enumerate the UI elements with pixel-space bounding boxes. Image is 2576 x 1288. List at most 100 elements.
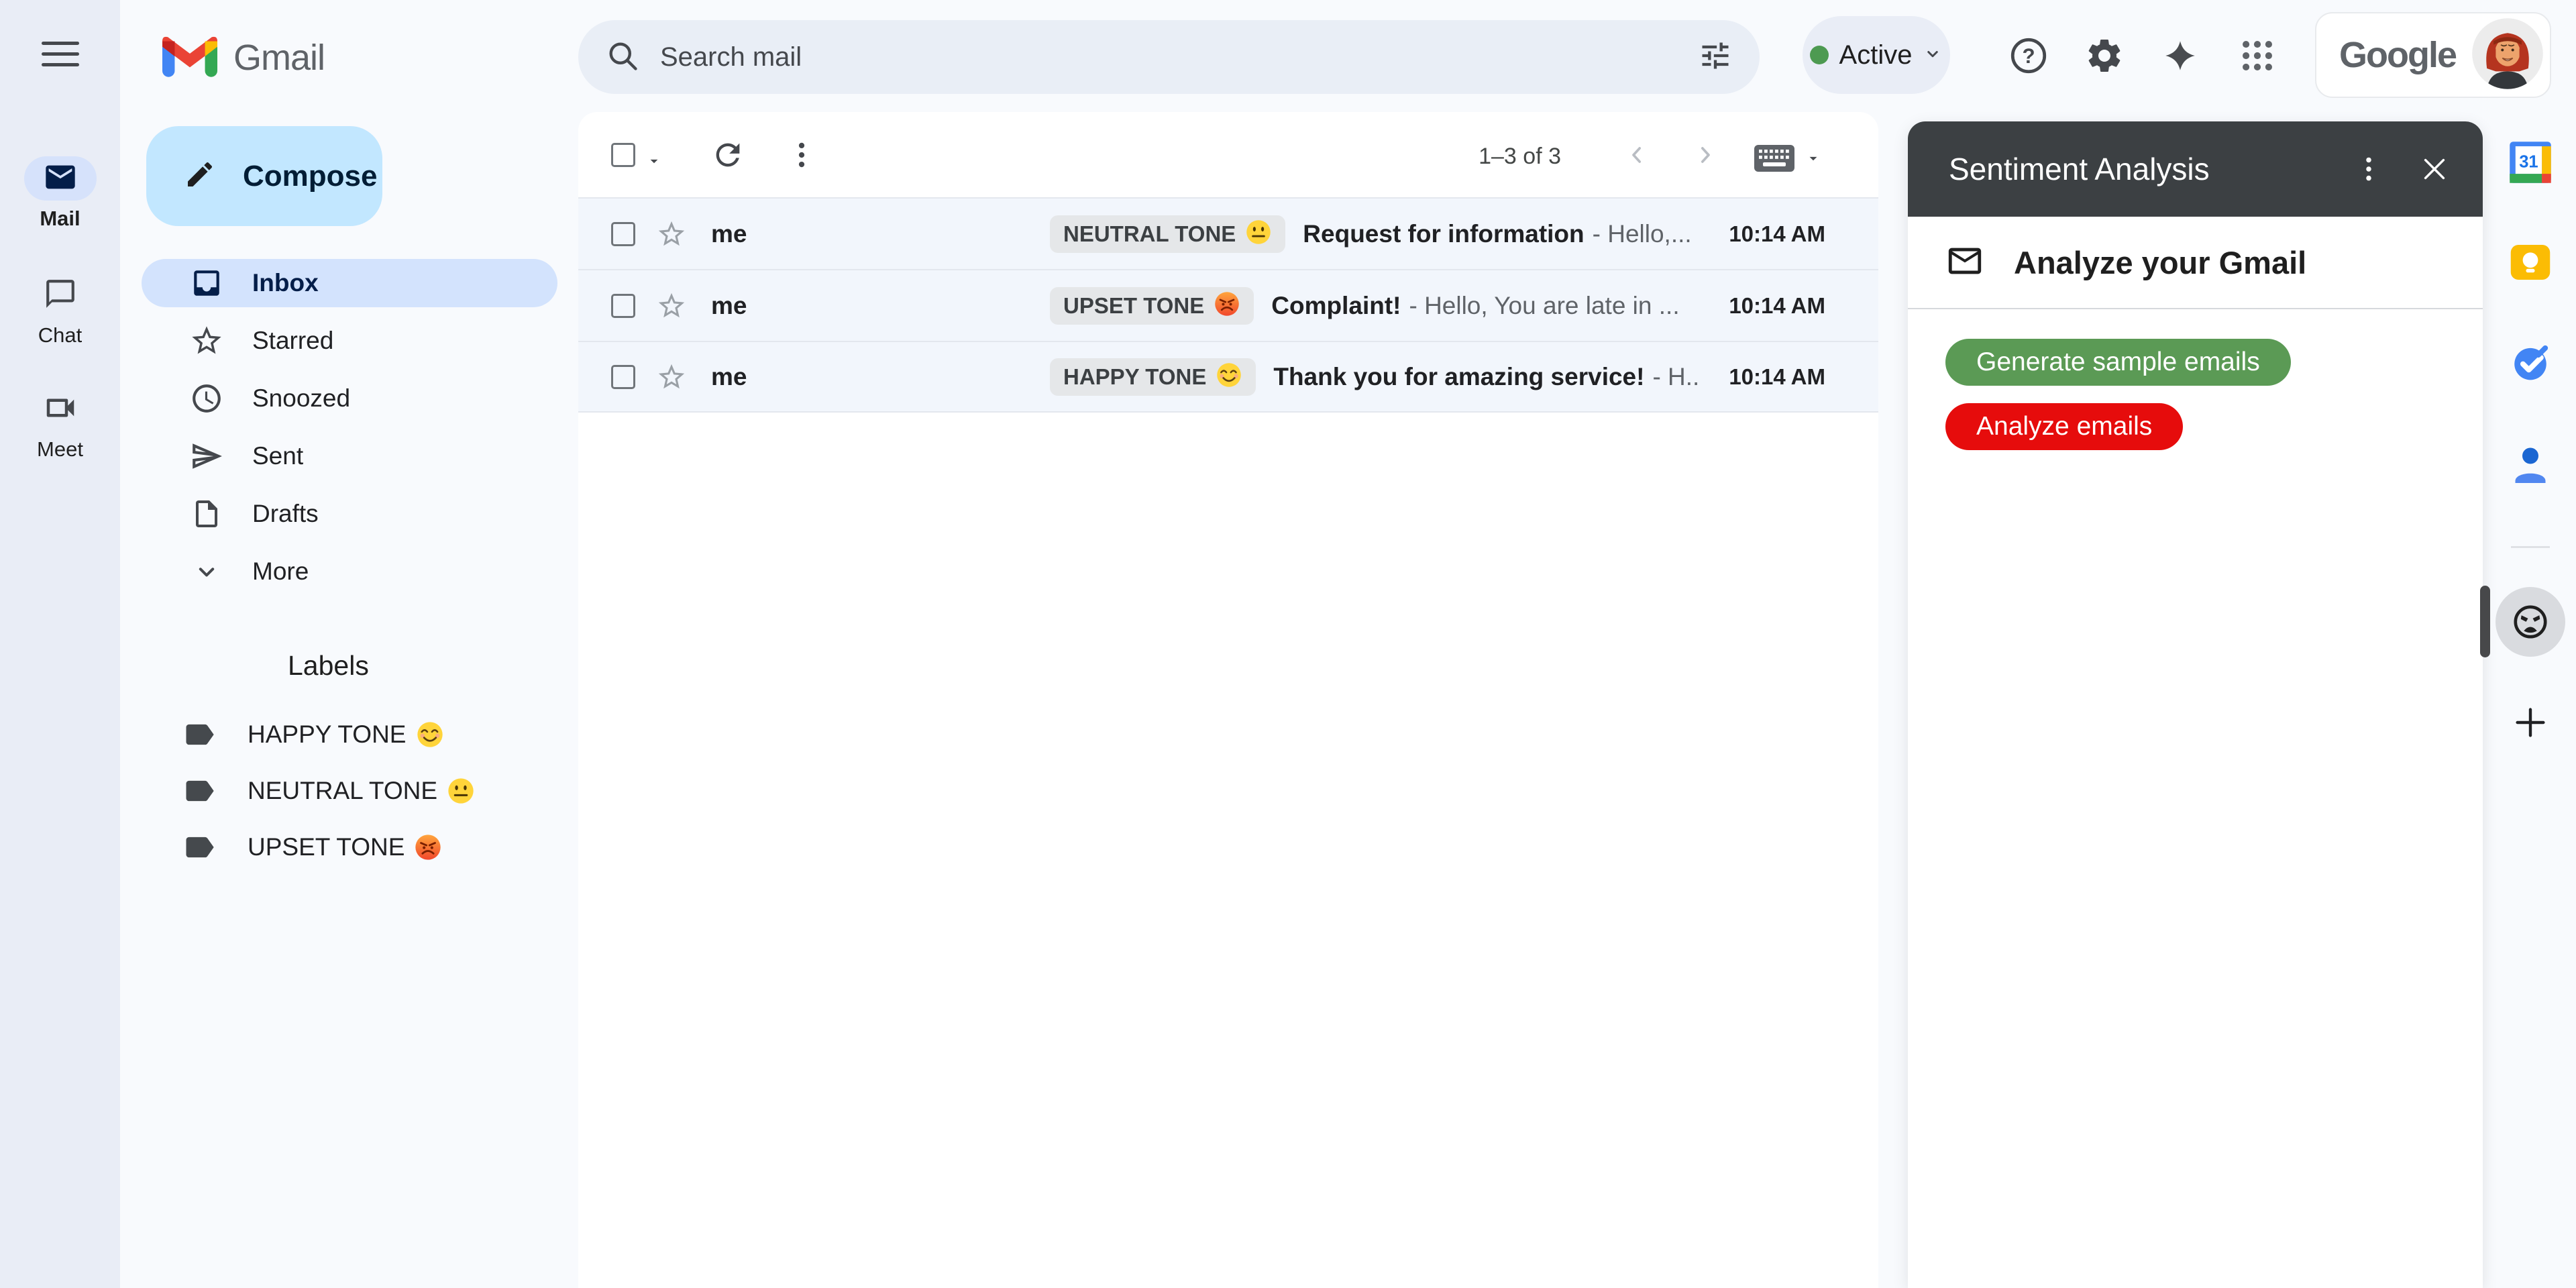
sidebar-item-starred[interactable]: Starred (142, 312, 557, 370)
angry-emoji-icon (414, 833, 442, 861)
sidebar-item-inbox[interactable]: Inbox (142, 259, 557, 307)
google-contacts-icon[interactable] (2502, 437, 2559, 493)
active-status-dot-icon (1810, 46, 1829, 64)
label-name: NEUTRAL TONE (248, 777, 437, 805)
select-all-checkbox[interactable] (611, 143, 635, 167)
email-snippet: - Hello, You are late in ... (1409, 292, 1679, 320)
neutral-emoji-icon (447, 777, 475, 805)
older-page-chevron-icon[interactable] (1690, 140, 1720, 170)
mail-icon (43, 160, 78, 198)
sidebar-drawer: Compose Inbox Starred Snoozed Sent (120, 0, 578, 1288)
more-options-kebab-icon[interactable] (784, 137, 820, 173)
list-toolbar: 1–3 of 3 (578, 112, 1878, 197)
email-row[interactable]: me UPSET TONE Complaint! - Hello, You ar… (578, 269, 1878, 341)
pagination-range: 1–3 of 3 (1479, 144, 1561, 170)
sentiment-addon-icon[interactable] (2496, 587, 2565, 657)
rail-item-chat[interactable]: Chat (0, 273, 120, 347)
panel-analyze-row: Analyze your Gmail (1908, 217, 2483, 309)
settings-gear-icon[interactable] (2084, 35, 2125, 76)
google-tasks-icon[interactable] (2502, 335, 2559, 391)
search-bar (578, 20, 1760, 94)
tone-label-chip[interactable]: NEUTRAL TONE (1050, 215, 1285, 253)
star-toggle-icon[interactable] (656, 219, 687, 250)
panel-close-icon[interactable] (2413, 148, 2456, 191)
help-icon[interactable]: ? (2008, 35, 2049, 76)
panel-kebab-icon[interactable] (2347, 148, 2390, 191)
neutral-emoji-icon (1245, 219, 1272, 249)
chevron-down-icon (189, 557, 224, 586)
search-icon[interactable] (605, 38, 640, 76)
get-add-ons-plus-icon[interactable] (2502, 694, 2559, 751)
happy-emoji-icon (416, 720, 444, 749)
google-keep-icon[interactable] (2502, 234, 2559, 290)
label-tag-icon (182, 717, 217, 752)
label-tag-icon (182, 773, 217, 808)
row-checkbox[interactable] (611, 294, 635, 318)
chat-pill (24, 273, 97, 317)
sidebar-item-label: More (252, 557, 309, 586)
row-checkbox[interactable] (611, 365, 635, 389)
panel-body: Generate sample emails Analyze emails (1908, 309, 2483, 480)
mail-outline-icon (1945, 241, 1984, 284)
chat-icon (44, 277, 77, 314)
rail-label-meet: Meet (0, 437, 120, 462)
meet-pill (24, 387, 97, 431)
hamburger-menu-icon[interactable] (42, 42, 79, 68)
clock-icon (189, 382, 224, 415)
sidebar-label-neutral-tone[interactable]: NEUTRAL TONE (142, 763, 557, 819)
google-calendar-icon[interactable]: 31 (2502, 134, 2559, 191)
search-input[interactable] (660, 42, 1698, 72)
row-checkbox[interactable] (611, 222, 635, 246)
sidebar-item-label: Drafts (252, 500, 319, 528)
chevron-down-icon (1923, 44, 1943, 67)
email-subject: Complaint! (1271, 292, 1401, 320)
select-dropdown-caret-icon[interactable] (645, 152, 663, 173)
email-row[interactable]: me NEUTRAL TONE Request for information … (578, 197, 1878, 269)
tone-label-chip[interactable]: HAPPY TONE (1050, 358, 1256, 396)
rail-item-mail[interactable]: Mail (0, 156, 120, 231)
pencil-icon (184, 158, 216, 194)
gemini-sparkle-icon[interactable] (2159, 35, 2201, 76)
panel-resize-handle[interactable] (2480, 586, 2490, 657)
sidebar-item-snoozed[interactable]: Snoozed (142, 370, 557, 427)
panel-header: Sentiment Analysis (1908, 121, 2483, 217)
email-sender: me (711, 363, 1050, 391)
video-camera-icon (42, 390, 78, 429)
email-sender: me (711, 220, 1050, 248)
star-toggle-icon[interactable] (656, 362, 687, 392)
sidebar-item-label: Snoozed (252, 384, 350, 413)
email-row[interactable]: me HAPPY TONE Thank you for amazing serv… (578, 341, 1878, 413)
happy-emoji-icon (1216, 362, 1242, 392)
email-rows: me NEUTRAL TONE Request for information … (578, 197, 1878, 413)
email-subject-line: Request for information - Hello,... (1303, 220, 1715, 248)
status-selector[interactable]: Active (1803, 16, 1950, 94)
input-tools-selector[interactable] (1754, 144, 1822, 176)
sidebar-item-drafts[interactable]: Drafts (142, 485, 557, 543)
tone-label-chip[interactable]: UPSET TONE (1050, 287, 1254, 325)
left-mini-rail: Mail Chat Meet (0, 0, 120, 1288)
compose-button[interactable]: Compose (146, 126, 382, 226)
mail-pill (24, 156, 97, 201)
newer-page-chevron-icon[interactable] (1622, 140, 1652, 170)
email-time: 10:14 AM (1729, 364, 1825, 390)
tone-chip-text: UPSET TONE (1063, 293, 1204, 319)
refresh-icon[interactable] (710, 137, 746, 173)
sidebar-item-more[interactable]: More (142, 543, 557, 600)
mail-list-card: 1–3 of 3 me NEUTRAL TONE (578, 112, 1878, 1288)
sidebar-label-happy-tone[interactable]: HAPPY TONE (142, 706, 557, 763)
search-filters-icon[interactable] (1698, 38, 1733, 76)
email-subject: Request for information (1303, 220, 1584, 248)
svg-text:31: 31 (2519, 153, 2538, 172)
google-apps-grid-icon[interactable] (2237, 35, 2278, 76)
analyze-emails-button[interactable]: Analyze emails (1945, 403, 2183, 450)
sentiment-analysis-panel: Sentiment Analysis Analyze your Gmail Ge… (1908, 121, 2483, 1288)
generate-sample-emails-button[interactable]: Generate sample emails (1945, 339, 2291, 386)
right-side-rail: 31 (2483, 0, 2576, 1288)
sidebar-label-upset-tone[interactable]: UPSET TONE (142, 819, 557, 875)
compose-label: Compose (243, 160, 377, 193)
sidebar-item-sent[interactable]: Sent (142, 427, 557, 485)
rail-item-meet[interactable]: Meet (0, 387, 120, 462)
star-toggle-icon[interactable] (656, 290, 687, 321)
sidebar-item-label: Starred (252, 327, 333, 355)
label-name: UPSET TONE (248, 833, 405, 861)
